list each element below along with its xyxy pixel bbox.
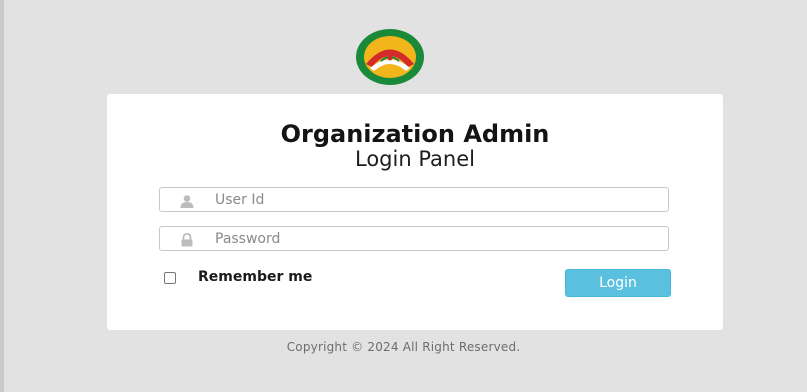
user-icon	[180, 193, 194, 208]
remember-me-checkbox[interactable]	[164, 272, 176, 284]
user-id-field[interactable]	[159, 187, 669, 212]
page-title: Organization Admin	[280, 120, 550, 148]
page-subtitle: Login Panel	[355, 147, 475, 171]
login-panel: Organization Admin Login Panel Remember …	[107, 94, 723, 330]
copyright-text: Copyright © 2024 All Right Reserved.	[286, 340, 521, 354]
lock-icon	[180, 232, 194, 247]
password-input[interactable]	[215, 229, 655, 248]
page-edge-shadow	[0, 0, 4, 392]
waqf-bangladesh-logo	[354, 27, 426, 87]
remember-me-label[interactable]: Remember me	[198, 269, 312, 285]
password-field[interactable]	[159, 226, 669, 251]
login-button[interactable]: Login	[565, 269, 671, 297]
user-id-input[interactable]	[215, 190, 655, 209]
